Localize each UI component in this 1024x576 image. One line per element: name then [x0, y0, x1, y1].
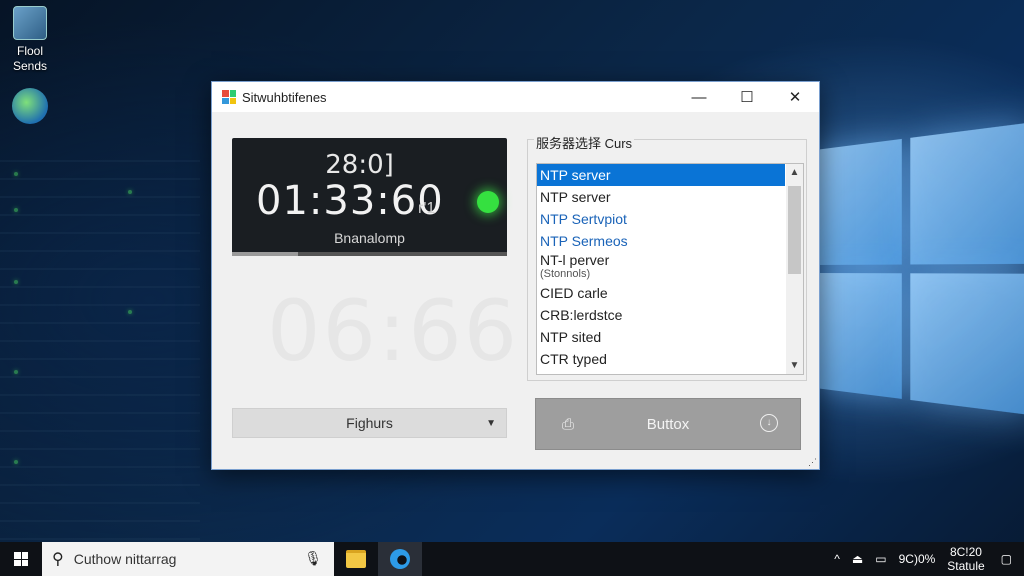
battery-percent: 9C)0%: [898, 552, 936, 566]
clock-main-suffix: r'1: [418, 200, 436, 217]
scroll-thumb[interactable]: [788, 186, 801, 274]
search-icon: ⚲: [52, 551, 64, 568]
edge-icon: [390, 549, 410, 569]
group-legend: 服务器选择 Curs: [534, 133, 635, 152]
list-item[interactable]: CIED carle: [537, 282, 785, 304]
microphone-icon[interactable]: 🎙: [304, 550, 322, 567]
system-tray: ^ ⏏ ▭ 9C)0% 8C!20 Statule ▢: [828, 542, 1024, 576]
action-button[interactable]: ⎙ Buttox ↓: [535, 398, 801, 450]
server-listbox[interactable]: NTP server NTP server NTP Sertvpiot NTP …: [536, 163, 804, 375]
list-item[interactable]: NTP Sermeos: [537, 230, 785, 252]
windows-logo-wallpaper: [815, 122, 1024, 417]
server-select-group: 服务器选择 Curs NTP server NTP server NTP Ser…: [527, 133, 807, 381]
taskbar-file-explorer[interactable]: [334, 542, 378, 576]
clock-main-time: 01:33:60: [256, 178, 444, 224]
minimize-button[interactable]: —: [675, 82, 723, 112]
clock-progress-fill: [232, 252, 298, 256]
chevron-down-icon: ▼: [486, 418, 496, 429]
app-window: Sitwuhbtifenes — ☐ ✕ 28:0] 01:33:60 r'1 …: [211, 81, 820, 470]
scroll-down-icon[interactable]: ▼: [786, 357, 803, 374]
tray-clock[interactable]: 8C!20 Statule: [947, 545, 984, 573]
list-item[interactable]: CTR typed: [537, 348, 785, 370]
clock-progress-bar: [232, 252, 507, 256]
taskbar-search[interactable]: ⚲ Cuthow nittarrag 🎙: [42, 542, 334, 576]
close-button[interactable]: ✕: [771, 82, 819, 112]
recycle-bin-icon: [13, 6, 47, 40]
list-item[interactable]: NTP sited: [537, 326, 785, 348]
desktop-icon-label: Flool: [16, 44, 43, 58]
server-rack-background: [0, 160, 200, 540]
network-icon[interactable]: ⏏: [852, 552, 863, 566]
app-icon: [222, 90, 236, 104]
title-bar[interactable]: Sitwuhbtifenes — ☐ ✕: [212, 82, 819, 112]
list-item[interactable]: NTP Sertvpiot: [537, 208, 785, 230]
scroll-up-icon[interactable]: ▲: [786, 164, 803, 181]
tray-chevron-icon[interactable]: ^: [834, 552, 840, 566]
list-item-note: (Stonnols): [540, 268, 591, 280]
desktop-icon-browser[interactable]: [0, 88, 60, 128]
clock-display: 28:0] 01:33:60 r'1 Bnanalomp: [232, 138, 507, 256]
time-format-dropdown[interactable]: Fighurs ▼: [232, 408, 507, 438]
battery-icon[interactable]: ▭: [875, 552, 886, 566]
list-scrollbar[interactable]: ▲ ▼: [786, 164, 803, 374]
tray-time: 8C!20: [949, 545, 982, 559]
folder-icon: [346, 550, 366, 568]
globe-icon: [12, 88, 48, 124]
clock-label: Bnanalomp: [334, 230, 405, 246]
desktop-icon-label-2: Sends: [12, 59, 48, 73]
action-button-label: Buttox: [646, 415, 690, 433]
ghost-time-watermark: 06:66: [267, 282, 520, 380]
desktop-icon-recycle[interactable]: Flool Sends: [0, 6, 60, 74]
clock-icon: ↓: [760, 414, 778, 432]
window-title: Sitwuhbtifenes: [242, 89, 327, 105]
list-item[interactable]: NT-l perver: [537, 252, 785, 268]
maximize-button[interactable]: ☐: [723, 82, 771, 112]
status-indicator-icon: [477, 191, 499, 213]
notification-icon[interactable]: ▢: [1001, 552, 1012, 566]
windows-start-icon: [14, 552, 28, 566]
list-item[interactable]: NTP server: [537, 164, 785, 186]
dropdown-value: Fighurs: [346, 415, 393, 431]
start-button[interactable]: [0, 542, 42, 576]
list-item[interactable]: CRB:lerdstce: [537, 304, 785, 326]
tray-date: Statule: [947, 559, 985, 573]
search-input[interactable]: Cuthow nittarrag: [74, 551, 177, 567]
taskbar-edge[interactable]: [378, 542, 422, 576]
clock-top-time: 28:0]: [325, 150, 394, 180]
resize-grip-icon[interactable]: ⋰: [808, 457, 817, 468]
list-item[interactable]: NTP server: [537, 186, 785, 208]
export-icon: ⎙: [562, 416, 575, 433]
taskbar: ⚲ Cuthow nittarrag 🎙 ^ ⏏ ▭ 9C)0% 8C!20 S…: [0, 542, 1024, 576]
